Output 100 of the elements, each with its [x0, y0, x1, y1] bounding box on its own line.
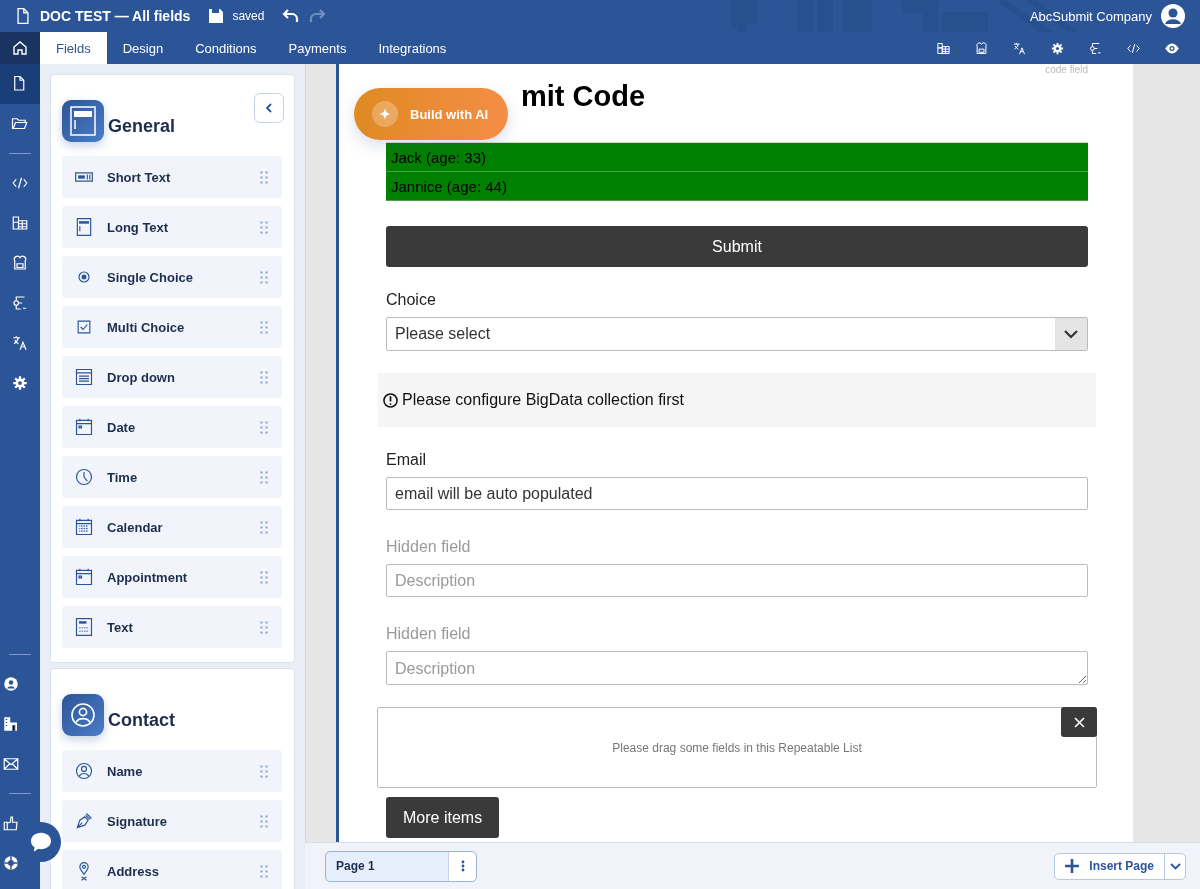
- home-button[interactable]: [0, 32, 40, 64]
- drag-handle-icon[interactable]: [260, 220, 268, 234]
- drag-handle-icon[interactable]: [260, 570, 268, 584]
- field-item[interactable]: Text: [62, 606, 282, 648]
- store-icon[interactable]: [974, 40, 989, 56]
- date-icon: [74, 417, 94, 437]
- tab[interactable]: Fields: [40, 32, 107, 64]
- drag-handle-icon[interactable]: [260, 420, 268, 434]
- field-item[interactable]: Date: [62, 406, 282, 448]
- page-tab[interactable]: Page 1: [325, 850, 477, 882]
- drag-handle-icon[interactable]: [260, 864, 268, 878]
- email-field[interactable]: email will be auto populated: [386, 477, 1088, 510]
- settings-icon: [11, 374, 29, 392]
- field-label: Drop down: [107, 369, 176, 385]
- field-label: Single Choice: [107, 269, 194, 285]
- more-items-button[interactable]: More items: [386, 797, 500, 838]
- dropdown-value: Please select: [394, 325, 492, 343]
- field-item[interactable]: Short Text: [62, 156, 282, 198]
- avatar-icon[interactable]: [1160, 3, 1186, 29]
- clock-icon: [74, 467, 94, 487]
- field-label: Name: [107, 763, 144, 779]
- drag-handle-icon[interactable]: [260, 370, 268, 384]
- list-row: Jack (age: 33): [386, 143, 1088, 172]
- drag-handle-icon[interactable]: [260, 470, 268, 484]
- section-title: Contact: [108, 709, 175, 731]
- field-item[interactable]: Appointment: [62, 556, 282, 598]
- drag-handle-icon[interactable]: [260, 620, 268, 634]
- drag-handle-icon[interactable]: [260, 764, 268, 778]
- empty-message: Please drag some fields in this Repeatable List: [612, 740, 862, 755]
- date-icon: [74, 567, 94, 587]
- drag-handle-icon[interactable]: [260, 170, 268, 184]
- close-button[interactable]: [1061, 707, 1097, 737]
- kebab-icon: [460, 860, 465, 872]
- tab[interactable]: Design: [106, 32, 180, 64]
- document-title: DOC TEST — All fields: [40, 8, 191, 24]
- tab[interactable]: Conditions: [179, 32, 273, 64]
- submit-button[interactable]: Submit: [386, 226, 1088, 267]
- form-heading: mit Code: [521, 80, 647, 113]
- section-title: General: [108, 115, 176, 137]
- field-label: Multi Choice: [107, 319, 186, 335]
- translate-icon: [11, 334, 29, 352]
- drag-handle-icon[interactable]: [260, 270, 268, 284]
- plus-icon: [1065, 859, 1080, 873]
- field-label: Appointment: [107, 569, 189, 585]
- table-icon[interactable]: [936, 40, 951, 56]
- chevron-down-icon: [1064, 329, 1078, 339]
- field-label: Hidden field: [386, 538, 472, 556]
- field-label: Signature: [107, 813, 168, 829]
- choice-dropdown[interactable]: Please select: [386, 317, 1088, 351]
- settings-icon[interactable]: [1050, 40, 1065, 56]
- undo-icon[interactable]: [282, 8, 301, 24]
- nav-button[interactable]: [0, 64, 40, 104]
- pen-nib-icon: [74, 811, 94, 831]
- home-icon: [12, 40, 28, 56]
- dropdown-icon: [74, 367, 94, 387]
- drag-handle-icon[interactable]: [260, 520, 268, 534]
- field-label: Choice: [386, 291, 437, 309]
- chat-bubble-icon: [30, 832, 52, 852]
- list-row: Jannice (age: 44): [386, 172, 1088, 201]
- field-label: Calendar: [107, 519, 164, 535]
- tab[interactable]: Payments: [272, 32, 363, 64]
- mail-icon: [2, 755, 20, 773]
- person-icon: [74, 761, 94, 781]
- close-icon: [1073, 716, 1085, 728]
- thumbs-up-icon: [2, 814, 20, 832]
- field-label: Date: [107, 419, 137, 435]
- drag-handle-icon[interactable]: [260, 814, 268, 828]
- field-item[interactable]: Drop down: [62, 356, 282, 398]
- field-label: Email: [386, 451, 427, 469]
- field-item[interactable]: Calendar: [62, 506, 282, 548]
- store-icon: [11, 254, 29, 272]
- description-field[interactable]: Description: [386, 651, 1088, 685]
- flow-icon[interactable]: [1088, 40, 1103, 56]
- field-caption: code field: [1045, 64, 1088, 75]
- flow-icon: [11, 294, 29, 312]
- field-item[interactable]: Name: [62, 750, 282, 792]
- chevron-down-icon: [1169, 862, 1181, 870]
- document-icon: [14, 6, 32, 26]
- field-item[interactable]: Time: [62, 456, 282, 498]
- save-status: saved: [232, 9, 265, 23]
- calendar-icon: [74, 517, 94, 537]
- field-item[interactable]: Single Choice: [62, 256, 282, 298]
- collapse-button[interactable]: [254, 93, 284, 123]
- description-field[interactable]: Description: [386, 564, 1088, 597]
- notice-text: Please configure BigData collection first: [402, 391, 684, 409]
- warning-icon: [383, 392, 398, 408]
- field-item[interactable]: Multi Choice: [62, 306, 282, 348]
- field-item[interactable]: Address: [62, 850, 282, 889]
- field-item[interactable]: Signature: [62, 800, 282, 842]
- long-text-icon: [74, 217, 94, 237]
- company-name: AbcSubmit Company: [1029, 8, 1152, 24]
- translate-icon[interactable]: [1012, 40, 1027, 56]
- save-icon: [208, 8, 225, 24]
- chevron-left-icon: [265, 103, 273, 113]
- field-label: Address: [107, 863, 161, 879]
- tab[interactable]: Integrations: [362, 32, 463, 64]
- table-icon: [11, 214, 29, 232]
- field-item[interactable]: Long Text: [62, 206, 282, 248]
- drag-handle-icon[interactable]: [260, 320, 268, 334]
- sparkle-icon: [379, 108, 391, 120]
